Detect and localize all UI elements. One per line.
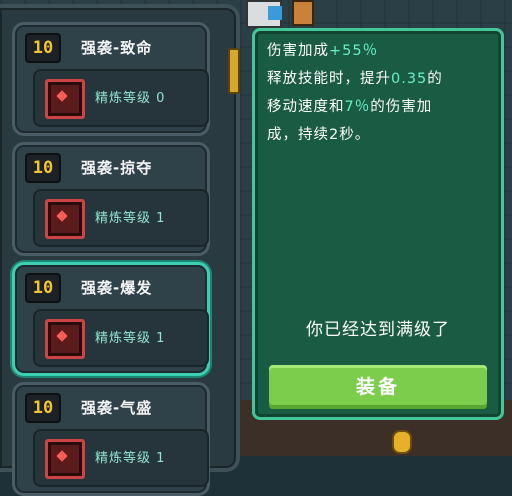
- talent-level-badge: 10: [25, 153, 61, 183]
- swords-talent-icon: [45, 199, 85, 239]
- talent-card-0[interactable]: 10 强袭-致命 精炼等级 0: [12, 22, 210, 136]
- talent-refine-panel: 精炼等级 1: [33, 189, 209, 247]
- skull-talent-icon: [45, 79, 85, 119]
- desc-text: 的: [427, 71, 443, 87]
- max-level-message: 你已经达到满级了: [306, 320, 450, 340]
- desc-value: 0.35: [391, 71, 428, 87]
- talent-list-scrollbar[interactable]: [228, 48, 240, 94]
- talent-name: 强袭-掠夺: [81, 159, 153, 177]
- desc-text: 移动速度和: [267, 99, 345, 115]
- talent-refine-panel: 精炼等级 0: [33, 69, 209, 127]
- talent-card-2[interactable]: 10 强袭-爆发 精炼等级 1: [12, 262, 210, 376]
- talent-refine-level: 精炼等级 1: [95, 211, 166, 226]
- desc-text: 释放技能时，提升: [267, 71, 391, 87]
- talent-detail-panel: 伤害加成+55％ 释放技能时，提升0.35的 移动速度和7％的伤害加 成，持续2…: [252, 28, 504, 420]
- background-screen-sprite: [268, 6, 282, 20]
- desc-text: 成，持续2秒。: [267, 127, 371, 143]
- talent-description: 伤害加成+55％ 释放技能时，提升0.35的 移动速度和7％的伤害加 成，持续2…: [267, 37, 499, 149]
- desc-value: 7％: [344, 99, 371, 115]
- equip-button[interactable]: 装备: [269, 365, 487, 409]
- talent-refine-panel: 精炼等级 1: [33, 429, 209, 487]
- talent-refine-level: 精炼等级 1: [95, 331, 166, 346]
- talent-card-1[interactable]: 10 强袭-掠夺 精炼等级 1: [12, 142, 210, 256]
- talent-list-panel[interactable]: 10 强袭-致命 精炼等级 0 10 强袭-掠夺 精炼等级 1 10 强袭-爆发…: [0, 4, 240, 496]
- background-crate-sprite: [292, 0, 314, 26]
- talent-refine-panel: 精炼等级 1: [33, 309, 209, 367]
- talent-name: 强袭-气盛: [81, 399, 153, 417]
- desc-value: +55％: [329, 43, 379, 59]
- talent-name: 强袭-爆发: [81, 279, 153, 297]
- talent-level-badge: 10: [25, 273, 61, 303]
- gold-coin-icon: [392, 430, 412, 454]
- talent-name: 强袭-致命: [81, 39, 153, 57]
- talent-card-3[interactable]: 10 强袭-气盛 精炼等级 1: [12, 382, 210, 496]
- talent-refine-level: 精炼等级 1: [95, 451, 166, 466]
- desc-text: 的伤害加: [370, 99, 433, 115]
- aura-talent-icon: [45, 439, 85, 479]
- desc-text: 伤害加成: [267, 43, 329, 59]
- talent-level-badge: 10: [25, 33, 61, 63]
- talent-refine-level: 精炼等级 0: [95, 91, 166, 106]
- talent-level-badge: 10: [25, 393, 61, 423]
- burst-talent-icon: [45, 319, 85, 359]
